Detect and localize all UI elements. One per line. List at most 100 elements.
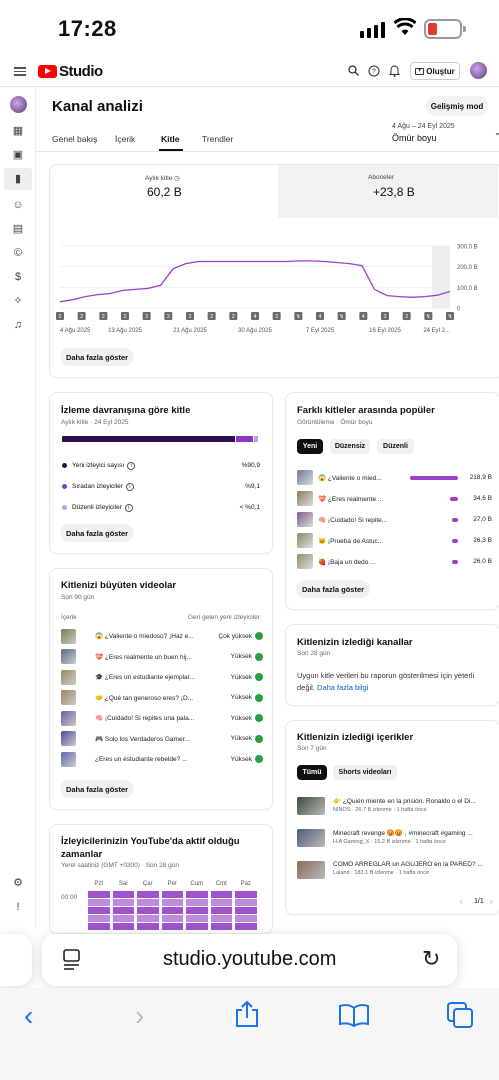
video-marker[interactable]: 2 xyxy=(186,312,194,320)
content-row[interactable]: 👉 ¿Quién miente en la prisión. Ronaldo o… xyxy=(297,797,492,829)
heatmap-cell[interactable] xyxy=(88,923,110,930)
video-marker[interactable]: 2 xyxy=(99,312,108,320)
video-marker[interactable]: 2 xyxy=(77,312,86,320)
bell-icon[interactable] xyxy=(389,64,400,77)
growth-row[interactable]: 🤝 ¿Qué tan generoso eres? ¡D... Yüksek xyxy=(61,688,263,709)
studio-logo[interactable]: Studio xyxy=(38,63,103,80)
search-icon[interactable] xyxy=(348,65,359,76)
advanced-mode-button[interactable]: Gelişmiş mod xyxy=(426,96,488,116)
chip-irregular[interactable]: Düzensiz xyxy=(330,439,370,454)
heatmap-cell[interactable] xyxy=(88,899,110,906)
account-avatar[interactable] xyxy=(470,62,487,79)
settings-icon[interactable]: ⚙ xyxy=(11,876,25,890)
video-marker[interactable]: 2 xyxy=(164,312,173,320)
sidebar-customize-icon[interactable]: ✧ xyxy=(11,294,25,308)
forward-icon[interactable]: › xyxy=(135,1000,144,1032)
popular-row[interactable]: 💝 ¿Eres realmente ... 34,6 B xyxy=(297,488,492,509)
chip-new[interactable]: Yeni xyxy=(297,439,323,454)
video-marker[interactable]: 2 xyxy=(402,312,411,320)
sidebar-subtitles-icon[interactable]: ▤ xyxy=(11,222,25,236)
heatmap-cell[interactable] xyxy=(161,891,183,898)
heatmap-cell[interactable] xyxy=(235,899,257,906)
info-icon[interactable]: i xyxy=(125,482,134,491)
tab-trends[interactable]: Trendler xyxy=(202,134,233,144)
heatmap-cell[interactable] xyxy=(186,899,208,906)
video-marker[interactable]: ↯ xyxy=(446,312,454,320)
date-period[interactable]: Ömür boyu xyxy=(392,133,437,143)
popular-row[interactable]: 🧠 ¡Cuidado! Si repite... 27,0 B xyxy=(297,509,492,530)
growth-row[interactable]: 🧠 ¡Cuidado! Si repites una pala... Yüksek xyxy=(61,708,263,729)
video-marker[interactable]: 2 xyxy=(56,312,64,320)
heatmap-cell[interactable] xyxy=(88,891,110,898)
heatmap-cell[interactable] xyxy=(161,923,183,930)
heatmap-cell[interactable] xyxy=(137,907,159,914)
sidebar-earn-icon[interactable]: $ xyxy=(11,270,25,284)
tab-audience[interactable]: Kitle xyxy=(161,134,179,144)
video-marker[interactable]: 4 xyxy=(359,312,368,320)
heatmap-cell[interactable] xyxy=(210,891,232,898)
popular-row[interactable]: 🐱 ¡Prueba de Astuc... 26,3 B xyxy=(297,530,492,551)
sidebar-audio-icon[interactable]: ♫ xyxy=(11,318,25,332)
share-icon[interactable] xyxy=(234,1000,260,1028)
channel-avatar[interactable] xyxy=(10,96,27,113)
sidebar-analytics-icon[interactable]: ▮ xyxy=(4,168,32,190)
heatmap-cell[interactable] xyxy=(235,923,257,930)
tabs-icon[interactable] xyxy=(446,1001,474,1029)
prev-page-icon[interactable]: ‹ xyxy=(460,897,463,906)
behavior-more-button[interactable]: Daha fazla göster xyxy=(60,524,134,542)
chip-all[interactable]: Tümü xyxy=(297,765,327,780)
heatmap-cell[interactable] xyxy=(137,915,159,922)
feedback-icon[interactable]: ! xyxy=(11,900,25,914)
video-marker[interactable]: ↯ xyxy=(294,312,303,320)
heatmap-cell[interactable] xyxy=(112,899,134,906)
metric-monthly-audience[interactable]: Aylık kitle ◷ 60,2 B xyxy=(50,165,278,218)
heatmap-cell[interactable] xyxy=(137,891,159,898)
video-marker[interactable]: 2 xyxy=(121,312,129,320)
video-marker[interactable]: 2 xyxy=(229,312,238,320)
content-row[interactable]: CÓMO ARREGLAR un AGUJERO en la PARED? ..… xyxy=(297,861,492,893)
back-icon[interactable]: ‹ xyxy=(24,1000,33,1032)
heatmap-cell[interactable] xyxy=(137,899,159,906)
heatmap-cell[interactable] xyxy=(112,907,134,914)
heatmap-cell[interactable] xyxy=(235,891,257,898)
info-icon[interactable]: i xyxy=(124,503,133,512)
metric-subscribers[interactable]: Aboneler +23,8 B xyxy=(278,165,498,218)
video-marker[interactable]: 4 xyxy=(316,312,324,320)
heatmap-cell[interactable] xyxy=(112,923,134,930)
url-text[interactable]: studio.youtube.com xyxy=(163,948,336,971)
growth-more-button[interactable]: Daha fazla göster xyxy=(60,780,134,798)
chart-more-button[interactable]: Daha fazla göster xyxy=(60,348,134,366)
reader-icon[interactable] xyxy=(62,948,82,970)
content-row[interactable]: Minecraft revenge 😡😡 , #minecraft #gamin… xyxy=(297,829,492,861)
heatmap-cell[interactable] xyxy=(235,915,257,922)
growth-row[interactable]: 🎮 Solo los Verdaderos Gamer... Yüksek xyxy=(61,729,263,750)
heatmap-cell[interactable] xyxy=(161,907,183,914)
chip-shorts[interactable]: Shorts videoları xyxy=(333,765,397,780)
tab-content[interactable]: İçerik xyxy=(115,134,135,144)
heatmap-cell[interactable] xyxy=(112,915,134,922)
growth-row[interactable]: 😱 ¿Valiente o miedoso? ¡Haz e... Çok yüks… xyxy=(61,626,263,647)
heatmap-cell[interactable] xyxy=(235,907,257,914)
popular-more-button[interactable]: Daha fazla göster xyxy=(296,580,370,598)
next-page-icon[interactable]: › xyxy=(490,897,493,906)
learn-more-link[interactable]: Daha fazla bilgi xyxy=(317,683,368,692)
tab-overview[interactable]: Genel bakış xyxy=(52,134,97,144)
heatmap-cell[interactable] xyxy=(210,907,232,914)
heatmap-cell[interactable] xyxy=(186,915,208,922)
heatmap-cell[interactable] xyxy=(88,915,110,922)
heatmap-cell[interactable] xyxy=(88,907,110,914)
video-marker[interactable]: ↯ xyxy=(424,312,433,320)
date-range[interactable]: 4 Ağu – 24 Eyl 2025 xyxy=(392,123,455,130)
heatmap-cell[interactable] xyxy=(161,899,183,906)
heatmap-cell[interactable] xyxy=(210,915,232,922)
heatmap-cell[interactable] xyxy=(186,923,208,930)
create-button[interactable]: + Oluştur xyxy=(410,62,460,80)
heatmap-cell[interactable] xyxy=(210,923,232,930)
previous-tab-peek[interactable] xyxy=(0,934,32,986)
chevron-down-icon[interactable]: ⌄ xyxy=(494,128,499,137)
sidebar-content-icon[interactable]: ▣ xyxy=(11,148,25,162)
video-marker[interactable]: ↯ xyxy=(337,312,346,320)
sidebar-copyright-icon[interactable]: © xyxy=(11,246,25,260)
popular-row[interactable]: 😱 ¿Valiente o mied... 218,9 B xyxy=(297,467,492,488)
video-marker[interactable]: 4 xyxy=(251,312,259,320)
